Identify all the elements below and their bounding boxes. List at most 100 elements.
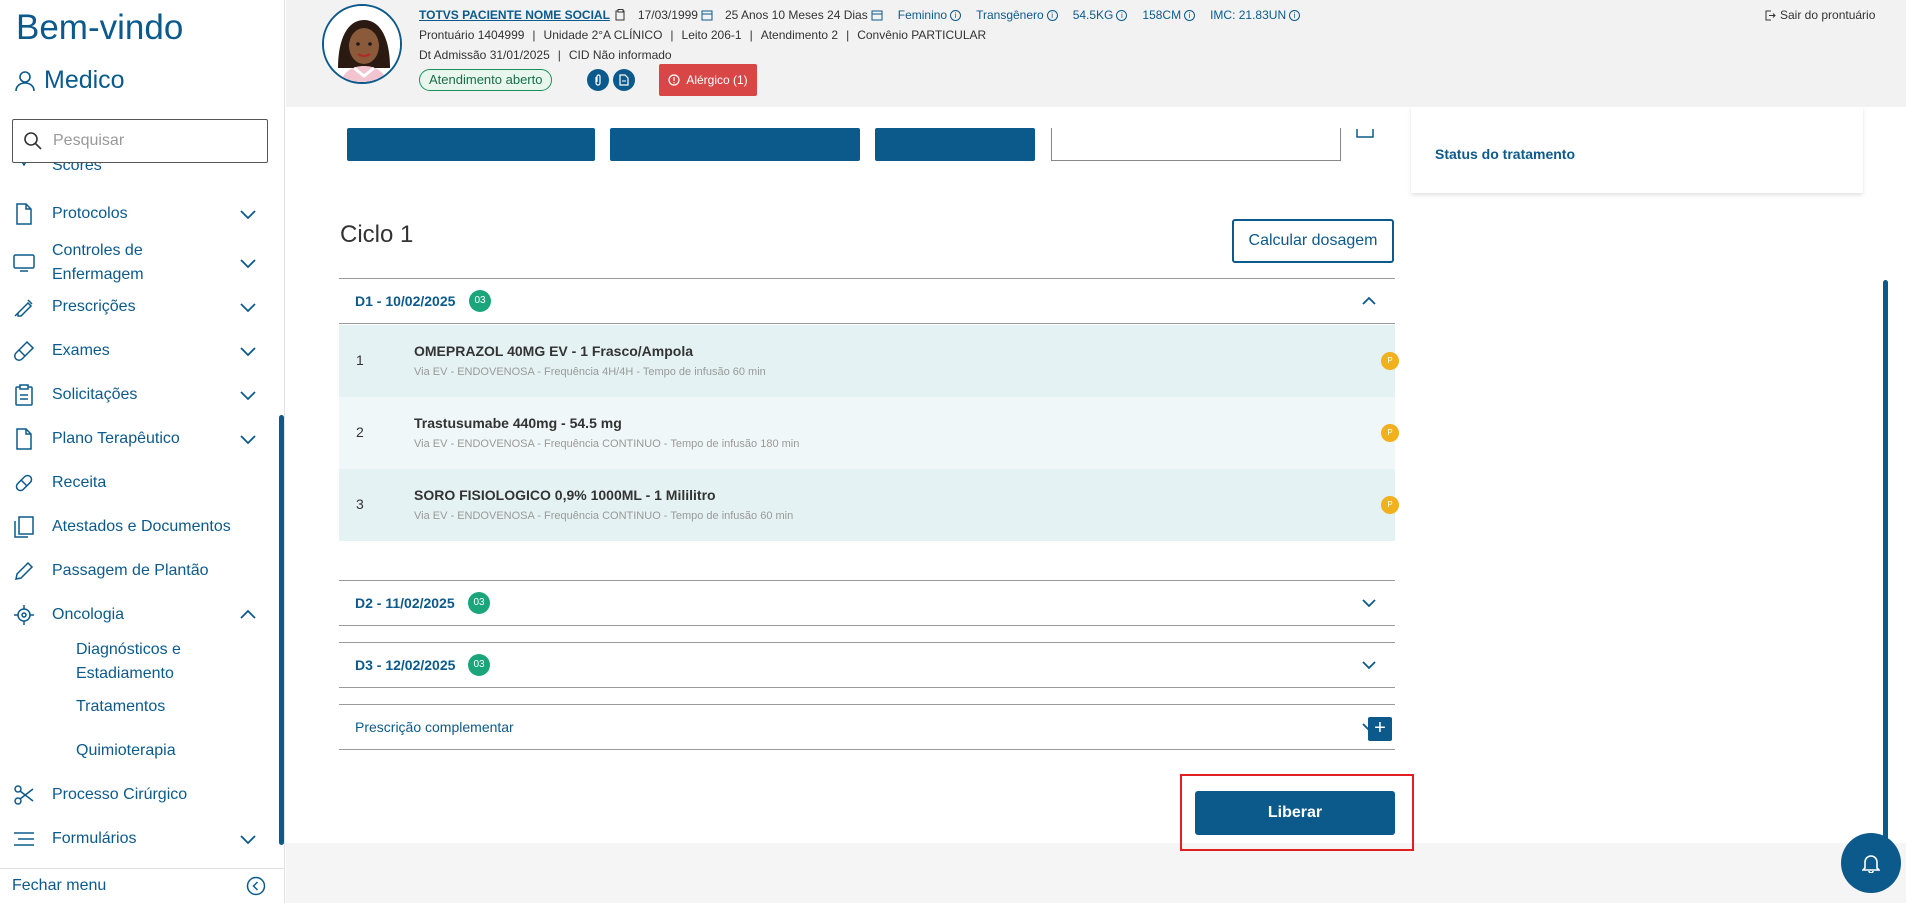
sidebar-item-oncologia[interactable]: Oncologia — [0, 602, 278, 628]
sidebar-item-atestados[interactable]: Atestados e Documentos — [0, 514, 278, 540]
close-menu-label: Fechar menu — [12, 877, 107, 894]
day-accordion-d1[interactable]: D1 - 10/02/2025 03 — [339, 278, 1395, 324]
alert-icon — [668, 74, 680, 86]
day-accordion-d2[interactable]: D2 - 11/02/2025 03 — [339, 580, 1395, 626]
patient-info-row2: Prontuário 1404999 | Unidade 2°A CLÍNICO |… — [419, 28, 987, 42]
release-button[interactable]: Liberar — [1195, 791, 1395, 835]
chevron-down-icon[interactable] — [238, 829, 258, 847]
sidebar-item-receita[interactable]: Receita — [0, 470, 278, 496]
med-row[interactable]: 1 OMEPRAZOL 40MG EV - 1 Frasco/Ampola Vi… — [339, 325, 1399, 397]
chevron-down-icon[interactable] — [238, 341, 258, 361]
patient-header: TOTVS PACIENTE NOME SOCIAL 17/03/1999 25… — [286, 0, 1906, 107]
info-icon[interactable]: i — [1046, 9, 1058, 21]
document-button[interactable] — [613, 69, 635, 91]
sidebar-item-passagem[interactable]: Passagem de Plantão — [0, 558, 278, 584]
top-select-1[interactable] — [347, 128, 595, 161]
med-detail: Via EV - ENDOVENOSA - Frequência CONTINU… — [414, 438, 800, 450]
med-name: Trastusumabe 440mg - 54.5 mg — [414, 415, 622, 431]
chevron-down-icon[interactable] — [238, 253, 258, 273]
sidebar-item-exames[interactable]: Exames — [0, 338, 278, 364]
bottom-strip — [286, 843, 1906, 903]
sidebar-scrollbar[interactable] — [279, 415, 284, 845]
allergy-button[interactable]: Alérgico (1) — [659, 64, 757, 96]
patient-age: 25 Anos 10 Meses 24 Dias — [724, 8, 868, 22]
sidebar-item-solicitacoes[interactable]: Solicitações — [0, 382, 278, 408]
patient-info-row3: Dt Admissão 31/01/2025 | CID Não informad… — [419, 48, 672, 62]
copy-icon[interactable] — [615, 9, 626, 21]
clipboard-icon — [13, 384, 35, 406]
patient-avatar — [322, 4, 402, 84]
info-icon[interactable]: i — [950, 9, 962, 21]
med-number: 1 — [356, 352, 364, 368]
sidebar-item-label: Scores — [52, 163, 102, 174]
chevron-down-icon[interactable] — [1360, 594, 1378, 612]
convenio: Convênio PARTICULAR — [857, 28, 987, 42]
sidebar-item-label: Solicitações — [52, 386, 138, 403]
chevron-down-icon[interactable] — [238, 385, 258, 405]
close-menu-button[interactable]: Fechar menu — [0, 868, 285, 903]
content-scrollbar[interactable] — [1883, 280, 1888, 843]
chevron-down-icon[interactable] — [238, 204, 258, 224]
top-select-2[interactable] — [610, 128, 860, 161]
sidebar-item-label: Formulários — [52, 830, 137, 847]
attachment-button[interactable] — [587, 69, 609, 91]
welcome-title: Bem-vindo — [16, 8, 184, 47]
med-detail: Via EV - ENDOVENOSA - Frequência CONTINU… — [414, 510, 794, 522]
sidebar-subitem-tratamentos[interactable]: Tratamentos — [76, 695, 165, 719]
sidebar-subitem-diagnosticos[interactable]: Diagnósticos e Estadiamento — [76, 638, 206, 686]
sidebar-item-label: Processo Cirúrgico — [52, 786, 188, 803]
patient-imc: IMC: 21.83UN — [1210, 8, 1287, 22]
cell-icon — [13, 604, 35, 626]
calendar-icon[interactable] — [1356, 129, 1374, 139]
chevron-up-icon[interactable] — [1360, 292, 1378, 310]
day-accordion-d3[interactable]: D3 - 12/02/2025 03 — [339, 642, 1395, 688]
monitor-icon — [13, 252, 35, 274]
calculate-dosage-button[interactable]: Calcular dosagem — [1232, 219, 1394, 263]
sidebar-item-label: Plano Terapêutico — [52, 430, 180, 447]
exit-record-link[interactable]: Sair do prontuário — [1765, 8, 1875, 22]
date-field[interactable] — [1051, 128, 1341, 161]
top-select-3[interactable] — [875, 128, 1035, 161]
day-title: D2 - 11/02/2025 — [355, 595, 455, 611]
paperclip-icon — [595, 74, 601, 86]
sidebar-item-label: Exames — [52, 342, 110, 359]
patient-gender: Transgênero — [976, 8, 1044, 22]
status-badge: Atendimento aberto — [419, 69, 553, 91]
sidebar-item-plano[interactable]: Plano Terapêutico — [0, 426, 278, 452]
documents-icon — [13, 516, 35, 538]
sidebar-item-label: Receita — [52, 474, 107, 491]
search-input[interactable] — [53, 132, 243, 150]
info-icon[interactable]: i — [1289, 9, 1301, 21]
search-icon — [24, 132, 42, 150]
chevron-down-icon[interactable] — [238, 297, 258, 317]
sidebar-item-label: Atestados e Documentos — [52, 518, 231, 535]
patient-name-link[interactable]: TOTVS PACIENTE NOME SOCIAL — [419, 8, 610, 22]
sidebar-item-formularios[interactable]: Formulários — [0, 826, 278, 847]
complementary-prescription-accordion[interactable]: Prescrição complementar + — [339, 704, 1395, 750]
pencil-icon — [13, 560, 35, 582]
pill-icon — [13, 472, 35, 494]
sidebar-item-label: Controles de Enfermagem — [52, 242, 144, 283]
search-box[interactable] — [12, 119, 268, 163]
bell-icon — [1862, 855, 1880, 873]
pending-badge: P — [1381, 424, 1399, 442]
sidebar-item-prescricoes[interactable]: Prescrições — [0, 294, 278, 320]
med-row[interactable]: 2 Trastusumabe 440mg - 54.5 mg Via EV - … — [339, 397, 1399, 469]
birth-date: 17/03/1999 — [637, 8, 698, 22]
notification-button[interactable] — [1841, 833, 1901, 893]
chevron-down-icon[interactable] — [1360, 718, 1378, 736]
med-row[interactable]: 3 SORO FISIOLOGICO 0,9% 1000ML - 1 Milil… — [339, 469, 1399, 541]
info-icon[interactable]: i — [1184, 9, 1196, 21]
sidebar-menu: Scores Protocolos Controles de Enfermage… — [0, 163, 278, 847]
info-icon[interactable]: i — [1116, 9, 1128, 21]
sidebar-subitem-quimioterapia[interactable]: Quimioterapia — [76, 739, 176, 763]
chevron-down-icon[interactable] — [1360, 656, 1378, 674]
sidebar-item-controles[interactable]: Controles de Enfermagem — [0, 239, 278, 287]
chevron-down-icon[interactable] — [238, 429, 258, 449]
sidebar-item-protocolos[interactable]: Protocolos — [0, 201, 278, 227]
status-title: Status do tratamento — [1435, 146, 1576, 162]
chevron-up-icon[interactable] — [238, 605, 258, 625]
test-tube-icon — [13, 340, 35, 362]
sidebar-item-scores[interactable]: Scores — [0, 163, 278, 179]
sidebar-item-processo-cirurgico[interactable]: Processo Cirúrgico — [0, 782, 278, 808]
